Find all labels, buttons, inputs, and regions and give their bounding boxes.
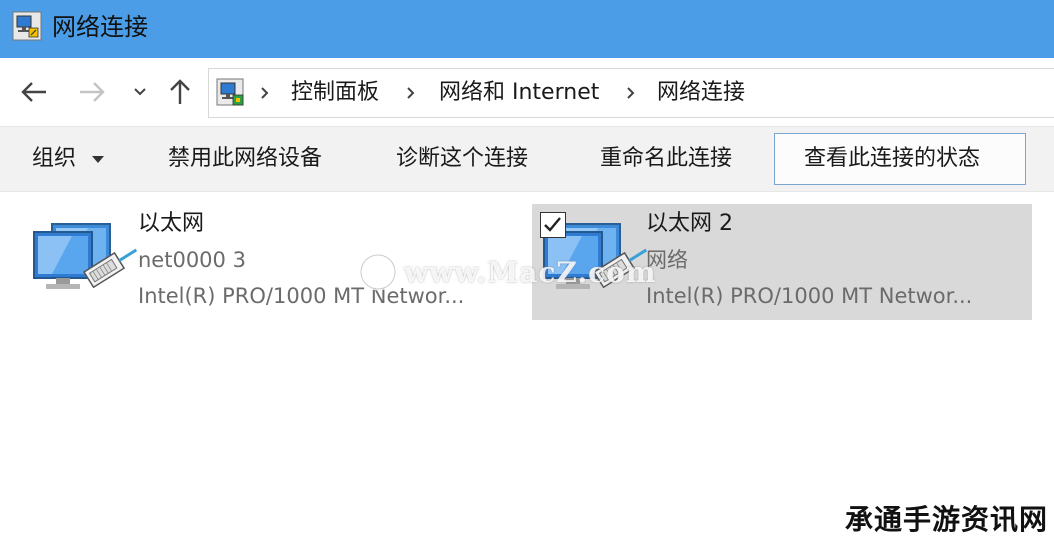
- arrow-left-icon: [21, 82, 46, 102]
- breadcrumb-separator[interactable]: [623, 80, 639, 106]
- connection-name: 以太网: [138, 211, 205, 236]
- corner-watermark: 承通手游资讯网: [844, 503, 1048, 536]
- network-connections-icon: [12, 11, 42, 41]
- chevron-right-icon: [261, 87, 269, 99]
- connection-network: net0000 3: [138, 248, 246, 272]
- disable-device-button[interactable]: 禁用此网络设备: [168, 144, 322, 174]
- chevron-down-icon: [134, 88, 146, 96]
- view-status-label: 查看此连接的状态: [804, 146, 981, 171]
- rename-connection-button[interactable]: 重命名此连接: [600, 144, 732, 174]
- address-bar[interactable]: 控制面板 网络和 Internet 网络连接: [208, 68, 1054, 118]
- title-bar: 网络连接: [0, 0, 1054, 58]
- connections-list: 以太网 net0000 3 Intel(R) PRO/1000 MT Netwo…: [0, 192, 1054, 546]
- chevron-right-icon: [407, 87, 415, 99]
- window-title: 网络连接: [52, 13, 148, 41]
- control-panel-icon: [216, 78, 244, 106]
- arrow-up-icon: [170, 79, 190, 104]
- breadcrumb-control-panel[interactable]: 控制面板: [291, 79, 379, 107]
- breadcrumb-separator[interactable]: [403, 80, 419, 106]
- organize-label: 组织: [32, 146, 77, 171]
- arrow-right-icon: [80, 82, 105, 102]
- network-adapter-icon: [33, 223, 138, 289]
- breadcrumb-network-internet[interactable]: 网络和 Internet: [439, 79, 599, 107]
- connection-adapter: Intel(R) PRO/1000 MT Networ...: [646, 284, 973, 308]
- recent-locations-button[interactable]: [124, 74, 156, 110]
- breadcrumb-separator[interactable]: [257, 80, 273, 106]
- up-button[interactable]: [162, 74, 198, 110]
- address-row: 控制面板 网络和 Internet 网络连接: [0, 58, 1054, 126]
- checkmark-icon: [544, 217, 561, 232]
- connection-name: 以太网 2: [646, 211, 733, 236]
- diagnose-connection-button[interactable]: 诊断这个连接: [396, 144, 528, 174]
- dropdown-caret-icon: [92, 156, 104, 163]
- watermark-text: www.MacZ.com: [404, 255, 657, 289]
- watermark: www.MacZ.com: [358, 250, 656, 294]
- chevron-right-icon: [627, 87, 635, 99]
- organize-button[interactable]: 组织: [32, 144, 76, 174]
- breadcrumb-network-connections[interactable]: 网络连接: [657, 79, 745, 107]
- back-button[interactable]: [16, 74, 52, 110]
- selection-checkbox[interactable]: [540, 212, 566, 238]
- watermark-logo-icon: [359, 253, 397, 291]
- forward-button[interactable]: [74, 74, 110, 110]
- command-bar: 组织 禁用此网络设备 诊断这个连接 重命名此连接 查看此连接的状态: [0, 126, 1054, 192]
